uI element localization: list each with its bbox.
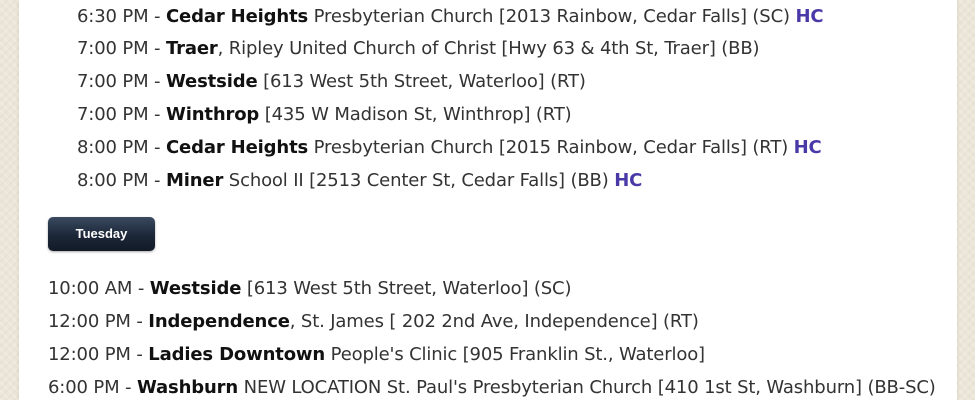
meeting-name: Cedar Heights (165, 137, 309, 158)
meeting-time: 7:00 PM (77, 38, 149, 59)
meeting-detail: [613 West 5th Street, Waterloo] (SC) (241, 278, 572, 299)
meeting-time: 8:00 PM (77, 170, 149, 191)
meeting-detail: School II [2513 Center St, Cedar Falls] … (223, 170, 615, 191)
meeting-time: 10:00 AM (48, 278, 133, 299)
meeting-item: 7:00 PM - Winthrop [435 W Madison St, Wi… (77, 104, 572, 126)
meeting-time: 12:00 PM (48, 344, 131, 365)
meeting-name: Westside (165, 71, 258, 92)
meeting-item: 6:30 PM - Cedar Heights Presbyterian Chu… (77, 6, 824, 28)
tuesday-button[interactable]: Tuesday (48, 217, 155, 251)
meeting-item: 6:00 PM - Washburn NEW LOCATION St. Paul… (48, 377, 936, 399)
separator: - (148, 104, 166, 125)
separator: - (130, 311, 149, 332)
meeting-detail: , Ripley United Church of Christ [Hwy 63… (217, 38, 760, 59)
meeting-name: Cedar Heights (165, 6, 309, 27)
meeting-detail: Presbyterian Church [2015 Rainbow, Cedar… (308, 137, 794, 158)
meeting-name: Ladies Downtown (148, 344, 326, 365)
meeting-name: Westside (149, 278, 242, 299)
meeting-detail: [435 W Madison St, Winthrop] (RT) (259, 104, 572, 125)
meeting-name: Miner (165, 170, 224, 191)
meeting-time: 6:00 PM (48, 377, 120, 398)
meeting-item: 12:00 PM - Ladies Downtown People's Clin… (48, 344, 705, 366)
separator: - (132, 278, 150, 299)
meeting-detail: Presbyterian Church [2013 Rainbow, Cedar… (308, 6, 796, 27)
meeting-item: 8:00 PM - Miner School II [2513 Center S… (77, 170, 642, 192)
meeting-time: 6:30 PM (77, 6, 149, 27)
content-panel: 6:30 PM - Cedar Heights Presbyterian Chu… (19, 0, 957, 400)
meeting-name: Traer (165, 38, 218, 59)
separator: - (130, 344, 149, 365)
meeting-detail: NEW LOCATION St. Paul's Presbyterian Chu… (238, 377, 936, 398)
meeting-item: 7:00 PM - Traer, Ripley United Church of… (77, 38, 760, 60)
meeting-detail: [613 West 5th Street, Waterloo] (RT) (257, 71, 586, 92)
meeting-detail: , St. James [ 202 2nd Ave, Independence]… (289, 311, 699, 332)
meeting-item: 7:00 PM - Westside [613 West 5th Street,… (77, 71, 586, 93)
separator: - (148, 71, 166, 92)
meeting-time: 7:00 PM (77, 71, 149, 92)
separator: - (148, 38, 166, 59)
hc-link[interactable]: HC (614, 170, 642, 191)
separator: - (148, 170, 166, 191)
meeting-time: 8:00 PM (77, 137, 149, 158)
meeting-time: 7:00 PM (77, 104, 149, 125)
meeting-name: Winthrop (165, 104, 260, 125)
hc-link[interactable]: HC (795, 6, 823, 27)
hc-link[interactable]: HC (794, 137, 822, 158)
meeting-detail: People's Clinic [905 Franklin St., Water… (325, 344, 705, 365)
meeting-item: 12:00 PM - Independence, St. James [ 202… (48, 311, 699, 333)
separator: - (148, 6, 166, 27)
meeting-item: 10:00 AM - Westside [613 West 5th Street… (48, 278, 571, 300)
meeting-time: 12:00 PM (48, 311, 131, 332)
meeting-item: 8:00 PM - Cedar Heights Presbyterian Chu… (77, 137, 822, 159)
separator: - (148, 137, 166, 158)
meeting-name: Washburn (136, 377, 239, 398)
meeting-name: Independence (148, 311, 290, 332)
separator: - (119, 377, 137, 398)
